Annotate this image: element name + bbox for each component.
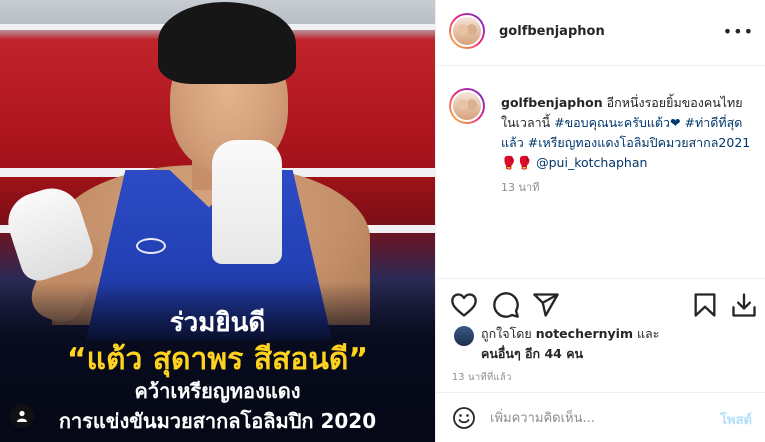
smiley-icon[interactable] — [452, 406, 476, 430]
liked-by-prefix: ถูกใจโดย — [481, 326, 532, 341]
liker-avatar[interactable] — [454, 326, 474, 346]
image-line-4: การแข่งขันมวยสากลโอลิมปิก 2020 — [58, 409, 377, 433]
post-comment-button[interactable]: โพสต์ — [720, 409, 752, 430]
caption-username[interactable]: golfbenjaphon — [501, 95, 603, 110]
post-image[interactable]: ร่วมยินดี “แต้ว สุดาพร สีสอนดี” คว้าเหรี… — [0, 0, 435, 442]
post-sidebar: golfbenjaphon ••• golfbenjaphon อีกหนึ่ง… — [435, 0, 765, 442]
likes-summary: ถูกใจโดย notechernyim และ คนอื่นๆ อีก 44… — [481, 324, 751, 364]
action-bar — [436, 278, 765, 330]
user-tag-icon[interactable] — [10, 404, 34, 428]
liked-by-others[interactable]: คนอื่นๆ อีก 44 คน — [481, 346, 583, 361]
mention[interactable]: @pui_kotchaphan — [536, 155, 647, 170]
comment-icon[interactable] — [492, 291, 520, 319]
caption-text: golfbenjaphon อีกหนึ่งรอยยิ้มของคนไทยในเ… — [501, 93, 751, 173]
bookmark-icon[interactable] — [691, 291, 719, 319]
image-line-3: คว้าเหรียญทองแดง — [134, 379, 301, 403]
download-icon[interactable] — [730, 291, 758, 319]
liked-by-user[interactable]: notechernyim — [536, 326, 633, 341]
post-header: golfbenjaphon ••• — [436, 0, 765, 66]
more-options-icon[interactable]: ••• — [723, 22, 754, 41]
add-comment-bar: โพสต์ — [436, 392, 765, 442]
heart-emoji: ❤ — [670, 115, 681, 130]
liked-by-and: และ — [636, 326, 660, 341]
hashtag[interactable]: #ขอบคุณนะครับแต้ว — [554, 115, 670, 130]
post-timestamp[interactable]: 13 นาทีที่แล้ว — [452, 370, 512, 385]
comment-input[interactable] — [490, 407, 690, 429]
avatar[interactable] — [449, 13, 485, 49]
comment-timestamp[interactable]: 13 นาที — [501, 178, 539, 196]
boxer-glove-right — [212, 140, 282, 264]
avatar[interactable] — [449, 88, 485, 124]
hashtag[interactable]: #เหรียญทองแดงโอลิมปิคมวยสากล2021 — [528, 135, 751, 150]
boxer-hair — [158, 2, 296, 84]
paper-plane-icon[interactable] — [532, 291, 560, 319]
vest-logo — [136, 238, 166, 254]
boxing-glove-emoji: 🥊🥊 — [501, 155, 533, 170]
heart-icon[interactable] — [450, 291, 478, 319]
author-username[interactable]: golfbenjaphon — [499, 24, 605, 39]
